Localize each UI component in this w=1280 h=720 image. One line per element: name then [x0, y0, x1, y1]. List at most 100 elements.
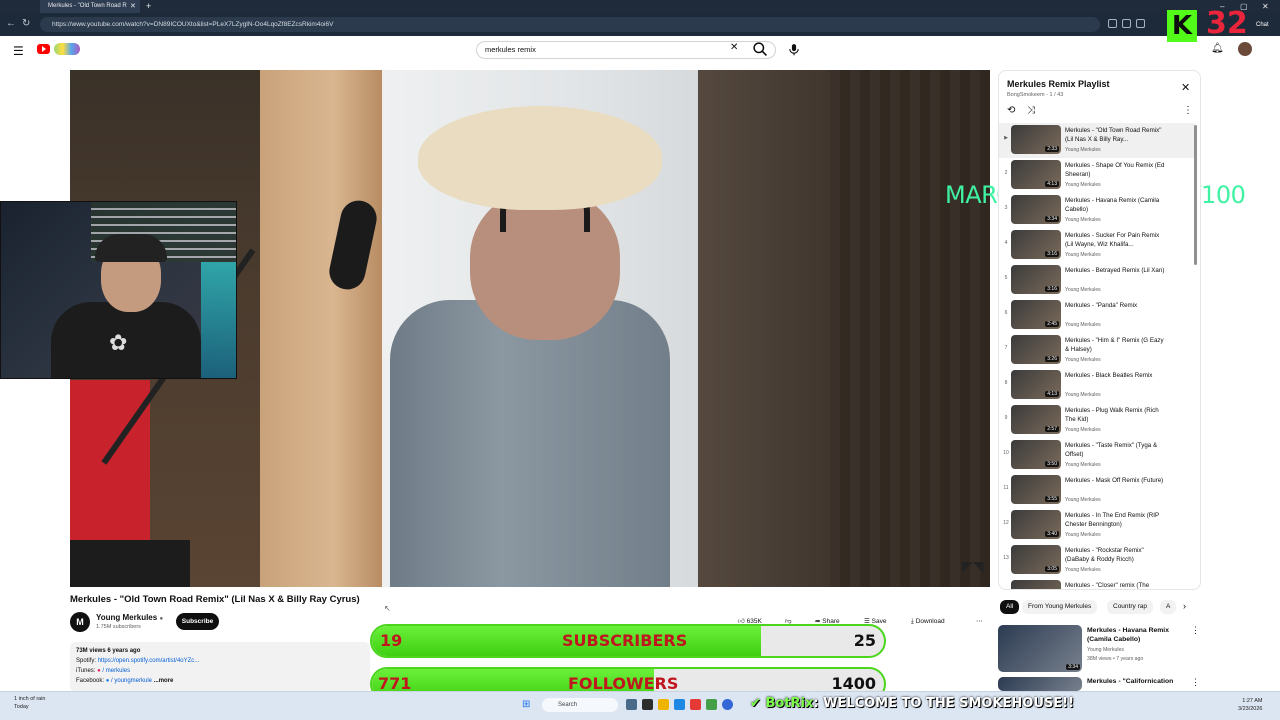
more-link[interactable]: ...more — [154, 678, 174, 684]
playlist-item[interactable]: 9 2:57 Merkules - Plug Walk Remix (Rich Th… — [999, 403, 1195, 438]
playlist-item[interactable]: 5 3:16 Merkules - Betrayed Remix (Lil Xan)… — [999, 263, 1195, 298]
create-button[interactable]: Create — [1160, 44, 1181, 51]
playlist-item-title[interactable]: Merkules - "Rockstar Remix" (DaBaby & Ro… — [1065, 546, 1165, 564]
subscribe-button[interactable]: Subscribe — [176, 613, 219, 630]
browser-tab[interactable]: Merkules - "Old Town Road R — [40, 0, 140, 13]
playlist-item-thumbnail[interactable]: 3:50 — [1011, 440, 1061, 469]
spotify-link[interactable]: https://open.spotify.com/artist/4oYZc... — [98, 658, 200, 664]
playlist-item-title[interactable]: Merkules - Betrayed Remix (Lil Xan) — [1065, 266, 1165, 275]
loop-icon[interactable]: ⟲ — [1007, 105, 1015, 116]
itunes-link[interactable]: / merkules — [102, 668, 130, 674]
close-icon[interactable]: ✕ — [130, 0, 136, 13]
playlist-item-thumbnail[interactable]: 3:26 — [1011, 335, 1061, 364]
playlist-item-thumbnail[interactable]: 4:13 — [1011, 160, 1061, 189]
chevron-right-icon[interactable]: › — [1183, 601, 1186, 611]
playlist-item-title[interactable]: Merkules - Mask Off Remix (Future) — [1065, 476, 1165, 485]
chip-all[interactable]: All — [1000, 600, 1020, 614]
playlist-scrollbar[interactable] — [1194, 125, 1197, 265]
shuffle-icon[interactable]: ⤨ — [1027, 105, 1035, 116]
playlist-item[interactable]: 8 4:13 Merkules - Black Beatles Remix Young… — [999, 368, 1195, 403]
playlist-item-thumbnail[interactable]: 3:16 — [1011, 265, 1061, 294]
playlist-item[interactable]: 13 3:05 Merkules - "Rockstar Remix" (DaBab… — [999, 543, 1195, 578]
refresh-icon[interactable]: ↻ — [22, 18, 30, 30]
playlist-item-thumbnail[interactable]: 3:34 — [1011, 195, 1061, 224]
taskbar-app-icon[interactable] — [706, 699, 717, 710]
hamburger-menu-icon[interactable]: ☰ — [13, 44, 24, 58]
extension-icon[interactable] — [1136, 19, 1145, 28]
taskbar-app-icon[interactable] — [674, 699, 685, 710]
playlist-item[interactable]: 2 4:13 Merkules - Shape Of You Remix (Ed S… — [999, 158, 1195, 193]
playlist-item-thumbnail[interactable]: 2:33 — [1011, 125, 1061, 154]
microphone-icon[interactable] — [787, 42, 801, 56]
search-icon[interactable] — [752, 41, 769, 58]
rec-title[interactable]: Merkules - Havana Remix (Camila Cabello) — [1087, 626, 1187, 644]
url-field[interactable]: https://www.youtube.com/watch?v=DN89ICOU… — [40, 17, 1100, 32]
playlist-title[interactable]: Merkules Remix Playlist — [1007, 79, 1110, 89]
close-playlist-icon[interactable]: ✕ — [1181, 81, 1190, 94]
channel-avatar[interactable]: M — [70, 612, 90, 632]
playlist-item-title[interactable]: Merkules - "Old Town Road Remix" (Lil Na… — [1065, 126, 1165, 144]
window-close-icon[interactable]: ✕ — [1262, 0, 1269, 13]
chip-more[interactable]: A — [1160, 600, 1177, 614]
weather-widget[interactable]: 1 inch of rain Today — [14, 695, 46, 711]
clear-search-icon[interactable]: ✕ — [730, 42, 738, 53]
video-description[interactable]: 73M views 6 years ago Spotify: https://o… — [70, 642, 370, 692]
rec-more-icon[interactable]: ⋮ — [1191, 677, 1200, 688]
playlist-item[interactable]: 11 3:55 Merkules - Mask Off Remix (Future)… — [999, 473, 1195, 508]
playlist-item-title[interactable]: Merkules - "Taste Remix" (Tyga & Offset) — [1065, 441, 1165, 459]
chat-label[interactable]: Chat — [1256, 22, 1269, 28]
taskbar-app-icon[interactable] — [642, 699, 653, 710]
playlist-item-title[interactable]: Merkules - Havana Remix (Camila Cabello) — [1065, 196, 1165, 214]
playlist-item[interactable]: 12 3:40 Merkules - In The End Remix (RIP C… — [999, 508, 1195, 543]
playlist-item-thumbnail[interactable]: 3:16 — [1011, 230, 1061, 259]
playlist-item-thumbnail[interactable]: 2:57 — [1011, 405, 1061, 434]
playlist-more-icon[interactable]: ⋮ — [1183, 105, 1193, 116]
system-clock[interactable]: 1:27 AM 3/23/2026 — [1238, 697, 1262, 713]
playlist-item-thumbnail[interactable]: 3:40 — [1011, 510, 1061, 539]
notifications-bell-icon[interactable]: 🔔︎ — [1211, 43, 1224, 54]
playlist-item-title[interactable]: Merkules - Plug Walk Remix (Rich The Kid… — [1065, 406, 1165, 424]
playlist-item[interactable]: 7 3:26 Merkules - "Him & I" Remix (G Eazy … — [999, 333, 1195, 368]
playlist-item-title[interactable]: Merkules - "Him & I" Remix (G Eazy & Hal… — [1065, 336, 1165, 354]
playlist-item-title[interactable]: Merkules - "Panda" Remix — [1065, 301, 1165, 310]
taskbar-app-icon[interactable] — [690, 699, 701, 710]
taskbar-app-icon[interactable] — [626, 699, 637, 710]
playlist-item-thumbnail[interactable]: 3:55 — [1011, 475, 1061, 504]
playlist-item[interactable]: 10 3:50 Merkules - "Taste Remix" (Tyga & O… — [999, 438, 1195, 473]
playlist-item-title[interactable]: Merkules - Black Beatles Remix — [1065, 371, 1165, 380]
youtube-doodle[interactable] — [54, 43, 80, 55]
bookmark-icon[interactable] — [1122, 19, 1131, 28]
youtube-logo[interactable] — [37, 44, 50, 54]
extension-icon[interactable] — [1108, 19, 1117, 28]
chrome-icon[interactable] — [722, 699, 733, 710]
rec-more-icon[interactable]: ⋮ — [1191, 625, 1200, 636]
folder-icon[interactable] — [658, 699, 669, 710]
playlist-item-title[interactable]: Merkules - "Closer" remix (The — [1065, 581, 1165, 589]
playlist-item[interactable]: ▶ 2:33 Merkules - "Old Town Road Remix" (L… — [999, 123, 1195, 158]
chip-from-young-merkules[interactable]: From Young Merkules — [1022, 600, 1098, 614]
playlist-item-title[interactable]: Merkules - Sucker For Pain Remix (Lil Wa… — [1065, 231, 1165, 249]
playlist-item-thumbnail[interactable]: 2:45 — [1011, 300, 1061, 329]
playlist-item[interactable]: 14Merkules - "Closer" remix (The — [999, 578, 1195, 589]
rec-channel[interactable]: Young Merkules — [1087, 646, 1124, 654]
taskbar-search[interactable]: Search — [542, 698, 618, 712]
rec-thumbnail[interactable] — [998, 677, 1082, 691]
playlist-item-thumbnail[interactable] — [1011, 580, 1061, 589]
chip-country-rap[interactable]: Country rap — [1107, 600, 1153, 614]
windows-start-icon[interactable]: ⊞ — [522, 699, 530, 710]
download-button[interactable]: ⤓ Download — [911, 614, 945, 629]
channel-name[interactable]: Young Merkules ● — [96, 613, 163, 622]
more-actions-icon[interactable]: ⋯ — [976, 614, 983, 629]
facebook-link[interactable]: / youngmerkule — [111, 678, 152, 684]
new-tab-icon[interactable]: + — [146, 0, 151, 12]
playlist-item[interactable]: 4 3:16 Merkules - Sucker For Pain Remix (L… — [999, 228, 1195, 263]
playlist-item-title[interactable]: Merkules - Shape Of You Remix (Ed Sheera… — [1065, 161, 1165, 179]
rec-title[interactable]: Merkules - "Californication — [1087, 677, 1187, 690]
channel-watermark-icon[interactable]: ◤◥ — [962, 558, 984, 574]
playlist-item-thumbnail[interactable]: 3:05 — [1011, 545, 1061, 574]
back-icon[interactable]: ← — [6, 18, 16, 30]
account-avatar[interactable] — [1238, 42, 1252, 56]
playlist-item-thumbnail[interactable]: 4:13 — [1011, 370, 1061, 399]
playlist-item[interactable]: 3 3:34 Merkules - Havana Remix (Camila Cab… — [999, 193, 1195, 228]
rec-thumbnail[interactable]: 3:34 — [998, 625, 1082, 672]
